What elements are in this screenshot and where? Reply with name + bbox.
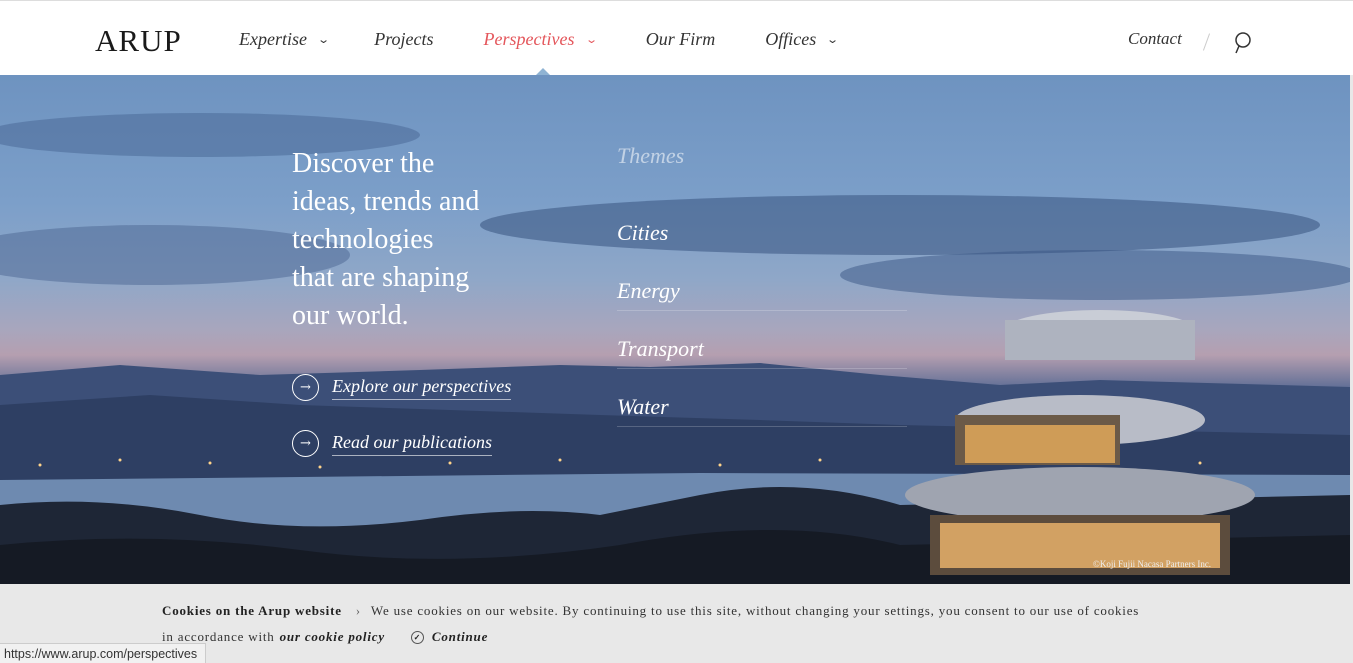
continue-button[interactable]: ✓ Continue (410, 629, 489, 645)
chevron-down-icon: ⌄ (317, 34, 331, 46)
arup-logo[interactable]: ARUP (95, 23, 182, 59)
chevron-down-icon: ⌄ (826, 34, 840, 46)
nav-item-our-firm[interactable]: Our Firm (646, 29, 716, 50)
nav-item-label: Perspectives (483, 29, 575, 49)
site-header: ARUP Expertise ⌄ Projects Perspectives ⌄… (0, 0, 1353, 76)
status-bar-url: https://www.arup.com/perspectives (0, 643, 207, 663)
nav-item-offices[interactable]: Offices ⌄ (765, 29, 840, 50)
theme-link-cities[interactable]: Cities (617, 220, 907, 252)
nav-item-label: Expertise (239, 29, 307, 49)
headline-line: technologies (292, 224, 434, 255)
nav-item-perspectives[interactable]: Perspectives ⌄ (483, 29, 598, 50)
theme-link-energy[interactable]: Energy (617, 278, 907, 311)
cookie-policy-link[interactable]: our cookie policy (280, 629, 385, 645)
arrow-right-icon: → (292, 374, 319, 401)
headline-line: Discover the (292, 148, 435, 179)
continue-label: Continue (431, 629, 489, 644)
headline-line: our world. (292, 300, 409, 331)
nav-item-label: Projects (374, 29, 434, 49)
themes-heading: Themes (617, 143, 685, 168)
search-icon[interactable] (1233, 31, 1253, 55)
theme-link-transport[interactable]: Transport (617, 336, 907, 369)
cookie-title: Cookies on the Arup website (162, 603, 342, 618)
headline-line: ideas, trends and (292, 186, 480, 217)
explore-perspectives-link[interactable]: → Explore our perspectives (292, 374, 512, 401)
read-publications-label: Read our publications (332, 432, 492, 456)
arrow-right-icon: → (292, 430, 319, 457)
contact-link[interactable]: Contact (1128, 29, 1182, 49)
photo-credit: ©Koji Fujii Nacasa Partners Inc. (1093, 559, 1212, 569)
cookie-line-1: Cookies on the Arup website › We use cooki… (162, 603, 1139, 619)
explore-perspectives-label: Explore our perspectives (332, 376, 512, 400)
cookie-line-2: in accordance with our cookie policy ✓ C… (162, 629, 488, 645)
main-nav: Expertise ⌄ Projects Perspectives ⌄ Our … (239, 29, 840, 50)
read-publications-link[interactable]: → Read our publications (292, 430, 492, 457)
cookie-message: We use cookies on our website. By contin… (370, 603, 1140, 618)
cookie-separator: › (355, 603, 361, 618)
nav-item-label: Offices (765, 29, 817, 49)
perspectives-mega-menu: Discover the ideas, trends and technolog… (0, 75, 1350, 584)
headline-line: that are shaping (292, 262, 470, 293)
nav-item-expertise[interactable]: Expertise ⌄ (239, 29, 331, 50)
check-icon: ✓ (410, 630, 424, 644)
theme-link-water[interactable]: Water (617, 394, 907, 427)
chevron-down-icon: ⌄ (584, 34, 598, 46)
nav-item-projects[interactable]: Projects (374, 29, 433, 50)
header-divider (1202, 33, 1211, 51)
nav-item-label: Our Firm (645, 29, 716, 49)
hero-headline: Discover the ideas, trends and technolog… (292, 145, 532, 335)
